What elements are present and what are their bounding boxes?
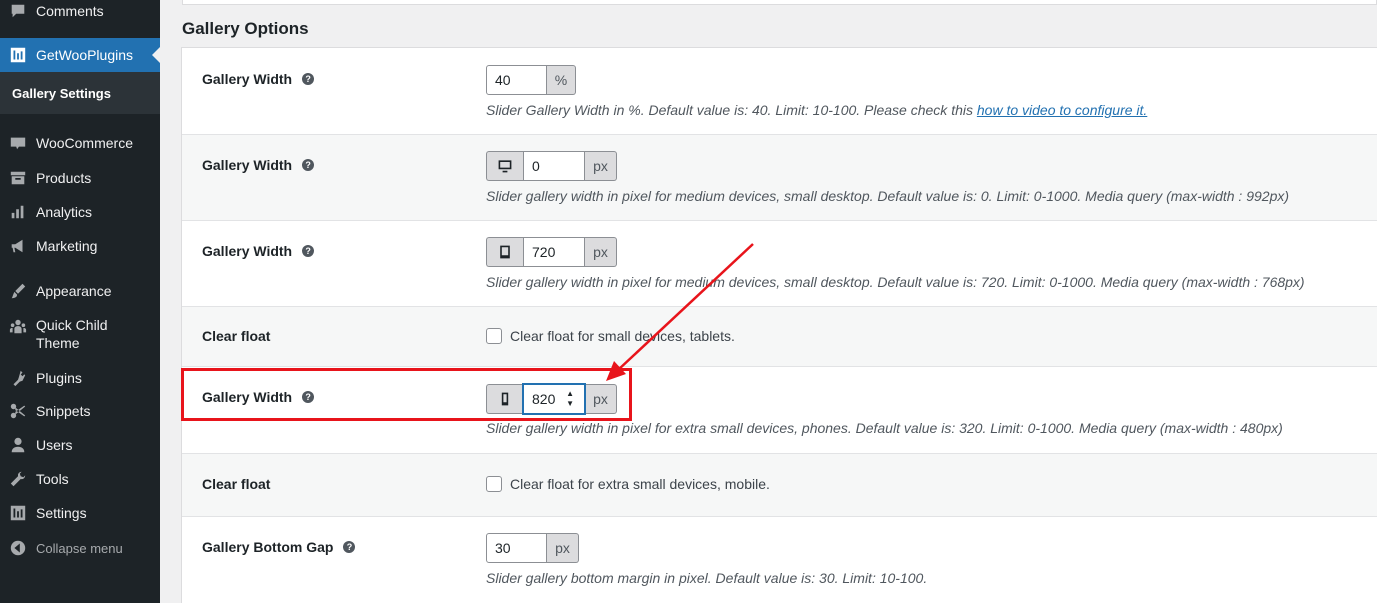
sidebar-item-tools[interactable]: Tools: [0, 468, 160, 490]
gallery-bottom-gap-input[interactable]: 30: [486, 533, 547, 563]
sidebar-item-label: Users: [36, 437, 73, 453]
clear-float-tablet-checkbox[interactable]: [486, 328, 502, 344]
help-icon[interactable]: ?: [302, 159, 315, 171]
description-text: Slider Gallery Width in %. Default value…: [486, 102, 977, 118]
megaphone-icon: [8, 236, 28, 256]
main-content: Gallery Options Gallery Width ? 40 % Sli…: [160, 0, 1377, 603]
checkbox-label: Clear float for small devices, tablets.: [510, 328, 735, 344]
checkbox-label: Clear float for extra small devices, mob…: [510, 476, 770, 492]
sidebar-item-label: Snippets: [36, 403, 91, 419]
option-label-text: Gallery Width: [202, 157, 293, 173]
section-title: Gallery Options: [182, 19, 309, 38]
annotation-highlight-box: [181, 368, 632, 421]
sidebar-item-label: Appearance: [36, 283, 112, 299]
unit-label: px: [585, 151, 617, 181]
gallery-width-tablet-input[interactable]: 720: [523, 237, 585, 267]
option-description: Slider Gallery Width in %. Default value…: [486, 102, 1147, 118]
option-row-gallery-bottom-gap: Gallery Bottom Gap ? 30 px Slider galler…: [182, 517, 1377, 603]
option-label: Clear float: [202, 328, 271, 344]
sidebar-item-users[interactable]: Users: [0, 434, 160, 456]
gallery-bottom-gap-group: 30 px: [486, 533, 579, 563]
option-label-text: Gallery Bottom Gap: [202, 539, 334, 555]
unit-label: px: [547, 533, 579, 563]
option-description: Slider gallery bottom margin in pixel. D…: [486, 570, 928, 586]
sidebar-item-label: Quick Child Theme: [36, 317, 108, 351]
how-to-video-link[interactable]: how to video to configure it.: [977, 102, 1147, 118]
option-row-gallery-width-percent: Gallery Width ? 40 % Slider Gallery Widt…: [182, 48, 1377, 135]
archive-icon: [8, 168, 28, 188]
sidebar-item-getwooplugins[interactable]: GetWooPlugins: [0, 38, 160, 72]
user-icon: [8, 435, 28, 455]
settings-sliders-icon: [8, 503, 28, 523]
scissors-icon: [8, 401, 28, 421]
gallery-width-percent-group: 40 %: [486, 65, 576, 95]
paint-brush-icon: [8, 281, 28, 301]
wrench-icon: [8, 469, 28, 489]
unit-label: px: [585, 237, 617, 267]
sidebar-item-label: Comments: [36, 3, 104, 19]
plug-icon: [8, 368, 28, 388]
desktop-icon: [486, 151, 523, 181]
sidebar-item-label: Marketing: [36, 238, 98, 254]
sidebar-item-appearance[interactable]: Appearance: [0, 280, 160, 302]
option-label: Gallery Width ?: [202, 243, 315, 259]
option-row-clear-float-tablet: Clear float Clear float for small device…: [182, 307, 1377, 367]
sidebar-item-snippets[interactable]: Snippets: [0, 400, 160, 422]
sidebar-item-products[interactable]: Products: [0, 167, 160, 189]
clear-float-tablet-option: Clear float for small devices, tablets.: [486, 328, 735, 344]
option-label-text: Gallery Width: [202, 71, 293, 87]
sidebar-item-label: Tools: [36, 471, 69, 487]
sidebar-item-label: Analytics: [36, 204, 93, 220]
bar-chart-icon: [8, 202, 28, 222]
gallery-width-percent-input[interactable]: 40: [486, 65, 547, 95]
help-icon[interactable]: ?: [302, 73, 315, 85]
clear-float-mobile-option: Clear float for extra small devices, mob…: [486, 476, 770, 492]
plugin-settings-icon: [8, 45, 28, 65]
gallery-width-desktop-input[interactable]: 0: [523, 151, 585, 181]
previous-panel-edge: [182, 0, 1377, 5]
option-description: Slider gallery width in pixel for medium…: [486, 188, 1290, 204]
sidebar-item-quick-child-theme[interactable]: Quick Child Theme: [0, 316, 160, 354]
option-label: Gallery Width ?: [202, 71, 315, 87]
sidebar-item-woocommerce[interactable]: WooCommerce: [0, 132, 160, 154]
tablet-icon: [486, 237, 523, 267]
sidebar-item-label: GetWooPlugins: [36, 47, 134, 63]
gallery-width-tablet-group: 720 px: [486, 237, 617, 267]
sidebar-item-label: WooCommerce: [36, 135, 133, 151]
active-indicator: [152, 47, 160, 63]
option-description: Slider gallery width in pixel for medium…: [486, 274, 1305, 290]
gallery-options-table: Gallery Width ? 40 % Slider Gallery Widt…: [181, 47, 1377, 603]
option-row-gallery-width-desktop: Gallery Width ? 0 px Slider gallery widt…: [182, 135, 1377, 221]
option-row-clear-float-mobile: Clear float Clear float for extra small …: [182, 454, 1377, 517]
help-icon[interactable]: ?: [302, 245, 315, 257]
woo-icon: [8, 133, 28, 153]
clear-float-mobile-checkbox[interactable]: [486, 476, 502, 492]
help-icon[interactable]: ?: [343, 541, 356, 553]
option-description: Slider gallery width in pixel for extra …: [486, 420, 1283, 436]
sidebar-item-plugins[interactable]: Plugins: [0, 367, 160, 389]
comment-icon: [8, 1, 28, 21]
collapse-menu-button[interactable]: Collapse menu: [0, 537, 160, 559]
sidebar-item-label: Settings: [36, 505, 87, 521]
option-row-gallery-width-tablet: Gallery Width ? 720 px Slider gallery wi…: [182, 221, 1377, 307]
sidebar-item-comments[interactable]: Comments: [0, 0, 160, 22]
sidebar-item-marketing[interactable]: Marketing: [0, 235, 160, 257]
sidebar-item-label: Plugins: [36, 370, 82, 386]
sidebar-submenu: Gallery Settings: [0, 72, 160, 114]
option-label: Gallery Bottom Gap ?: [202, 539, 356, 555]
sidebar-item-label: Products: [36, 170, 92, 186]
option-label: Clear float: [202, 476, 271, 492]
option-label-text: Gallery Width: [202, 243, 293, 259]
unit-label: %: [547, 65, 576, 95]
submenu-item-gallery-settings[interactable]: Gallery Settings: [12, 86, 111, 101]
sidebar-item-settings[interactable]: Settings: [0, 502, 160, 524]
gallery-width-desktop-group: 0 px: [486, 151, 617, 181]
option-label: Gallery Width ?: [202, 157, 315, 173]
groups-icon: [8, 317, 28, 337]
sidebar-item-analytics[interactable]: Analytics: [0, 201, 160, 223]
sidebar-item-label: Collapse menu: [36, 540, 123, 556]
collapse-icon: [8, 538, 28, 558]
admin-sidebar: Comments GetWooPlugins Gallery Settings …: [0, 0, 160, 603]
